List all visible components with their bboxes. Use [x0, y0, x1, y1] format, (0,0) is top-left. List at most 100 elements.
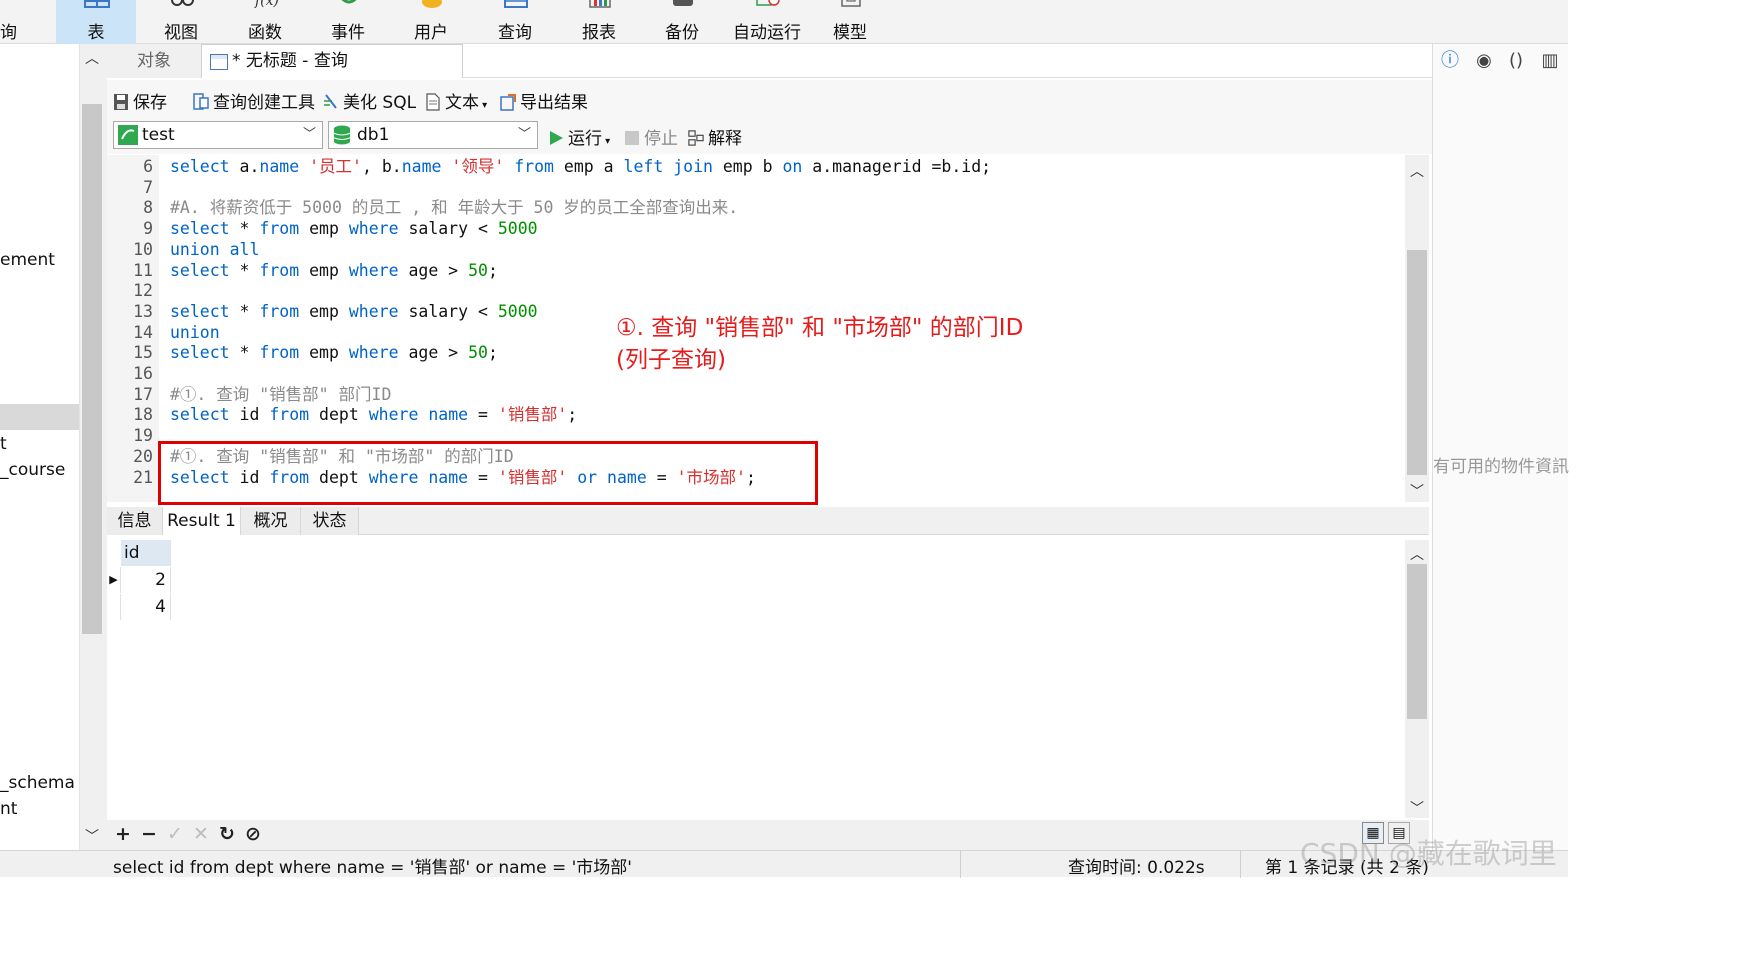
row-selector[interactable] [107, 594, 121, 620]
parentheses-icon[interactable]: () [1505, 50, 1527, 72]
code-token: name [401, 157, 442, 176]
code-line[interactable]: 8 #A. 将薪资低于 5000 的员工 , 和 年龄大于 50 岁的员工全部查询… [107, 198, 1405, 218]
layout-icon[interactable]: ▥ [1539, 50, 1561, 72]
code-token: age > [398, 260, 469, 280]
scrollbar-thumb[interactable] [82, 104, 102, 634]
object-tree: ement t _course _schema nt [0, 44, 80, 850]
ribbon-event-button[interactable]: 事件 [308, 0, 388, 44]
chevron-down-icon: ﹀ [517, 127, 531, 142]
code-token: * [229, 301, 260, 321]
refresh-icon[interactable]: ↻ [219, 823, 235, 845]
scrollbar-thumb[interactable] [1407, 250, 1427, 475]
ribbon-function-button[interactable]: f(x) 函数 [225, 0, 305, 44]
code-token: union all [170, 239, 260, 259]
stop-query-icon[interactable]: ⊘ [245, 823, 261, 845]
explain-button[interactable]: 解释 [688, 124, 742, 149]
query-builder-icon [193, 93, 209, 110]
info-icon[interactable]: ⓘ [1439, 50, 1461, 72]
ribbon-query-button[interactable]: 查询 [475, 0, 555, 44]
object-tree-scrollbar[interactable]: ︿ ﹀ [80, 44, 107, 850]
tab-info[interactable]: 信息 [107, 507, 163, 535]
code-token: emp [299, 219, 349, 239]
ribbon-automation-button[interactable]: 自动运行 [727, 0, 807, 44]
code-token: 5000 [497, 219, 538, 239]
code-token: from [514, 157, 554, 176]
code-line[interactable]: 11 select * from emp where age > 50; [107, 261, 1405, 281]
code-token: dept [309, 405, 369, 425]
ribbon-report-button[interactable]: 报表 [559, 0, 639, 44]
object-tree-item[interactable]: ement [0, 250, 55, 270]
code-line[interactable]: 6 select a.name '员工', b.name '领导' from em… [107, 157, 1405, 177]
stop-button[interactable]: 停止 [624, 124, 678, 149]
database-select[interactable]: db1 ﹀ [328, 121, 538, 149]
explain-label: 解释 [708, 129, 742, 149]
code-token: ; [487, 260, 498, 280]
beautify-sql-button[interactable]: 美化 SQL [323, 88, 416, 113]
ribbon-label: 模型 [833, 23, 867, 43]
connection-value: test [142, 125, 175, 145]
backup-icon [673, 0, 693, 6]
discard-x-icon[interactable]: ✕ [193, 823, 209, 845]
column-header-id[interactable]: id [121, 540, 171, 566]
code-token: from [259, 301, 300, 321]
add-row-icon[interactable]: + [115, 823, 131, 845]
export-results-button[interactable]: 导出结果 [500, 88, 588, 113]
ribbon-user-button[interactable]: 用户 [391, 0, 471, 44]
code-token: from [269, 405, 310, 425]
ribbon-label: 报表 [582, 23, 616, 43]
code-token: emp [299, 301, 349, 321]
connection-select[interactable]: test ﹀ [113, 121, 323, 149]
scroll-down-icon[interactable]: ﹀ [85, 826, 99, 846]
current-row-indicator-icon[interactable]: ▶ [107, 567, 121, 593]
scroll-down-icon[interactable]: ﹀ [1410, 481, 1424, 501]
object-tree-item[interactable]: nt [0, 799, 17, 819]
code-line[interactable]: 9 select * from emp where salary < 5000 [107, 219, 1405, 239]
view-icon [171, 0, 194, 6]
table-cell[interactable]: 2 [121, 567, 171, 593]
scrollbar-thumb[interactable] [1407, 564, 1427, 719]
ribbon-view-button[interactable]: 视图 [141, 0, 221, 44]
preview-icon[interactable]: ◉ [1473, 50, 1495, 72]
code-line[interactable]: 12 [107, 281, 1405, 301]
ribbon-backup-button[interactable]: 备份 [642, 0, 722, 44]
scroll-down-icon[interactable]: ﹀ [1410, 798, 1424, 818]
code-token: select [170, 301, 230, 321]
stop-label: 停止 [644, 129, 678, 149]
code-token: salary < [398, 301, 498, 321]
code-line[interactable]: 7 [107, 178, 1405, 198]
text-menu-button[interactable]: 文本 ▾ [425, 88, 487, 113]
tab-objects[interactable]: 对象 [107, 44, 201, 78]
ribbon-label: 表 [87, 23, 105, 43]
apply-check-icon[interactable]: ✓ [167, 823, 183, 845]
result-grid[interactable]: id ▶ 2 4 [107, 540, 1405, 818]
query-builder-button[interactable]: 查询创建工具 [193, 88, 315, 113]
scroll-up-icon[interactable]: ︿ [1410, 161, 1424, 181]
run-button[interactable]: 运行 ▾ [548, 124, 610, 149]
explain-icon [688, 130, 704, 146]
code-line[interactable]: 17 #①. 查询 "销售部" 部门ID [107, 385, 1405, 405]
tab-status[interactable]: 状态 [301, 507, 359, 535]
ribbon-table-button[interactable]: 表 [56, 0, 136, 44]
object-tree-item[interactable]: _course [0, 460, 65, 480]
scroll-up-icon[interactable]: ︿ [1410, 544, 1424, 564]
table-cell[interactable]: 4 [121, 594, 171, 620]
save-button[interactable]: 保存 [113, 88, 167, 113]
code-token: ; [487, 343, 498, 363]
tab-profile[interactable]: 概况 [241, 507, 301, 535]
code-line[interactable]: 10 union all [107, 240, 1405, 260]
scroll-up-icon[interactable]: ︿ [85, 48, 99, 68]
object-tree-item[interactable]: t [0, 434, 7, 454]
delete-row-icon[interactable]: − [141, 823, 157, 845]
line-number: 18 [133, 405, 153, 425]
object-tree-selection [0, 404, 79, 430]
line-number: 7 [143, 177, 153, 197]
editor-scrollbar[interactable]: ︿ ﹀ [1405, 155, 1429, 502]
object-tree-item[interactable]: _schema [0, 773, 75, 793]
result-scrollbar[interactable]: ︿ ﹀ [1405, 540, 1429, 818]
line-number: 15 [133, 343, 153, 363]
ribbon-model-button[interactable]: 模型 [810, 0, 890, 44]
tab-query[interactable]: * 无标题 - 查询 [201, 44, 463, 78]
tab-result-1[interactable]: Result 1 [163, 507, 241, 535]
code-line[interactable]: 18 select id from dept where name = '销售部'… [107, 405, 1405, 425]
